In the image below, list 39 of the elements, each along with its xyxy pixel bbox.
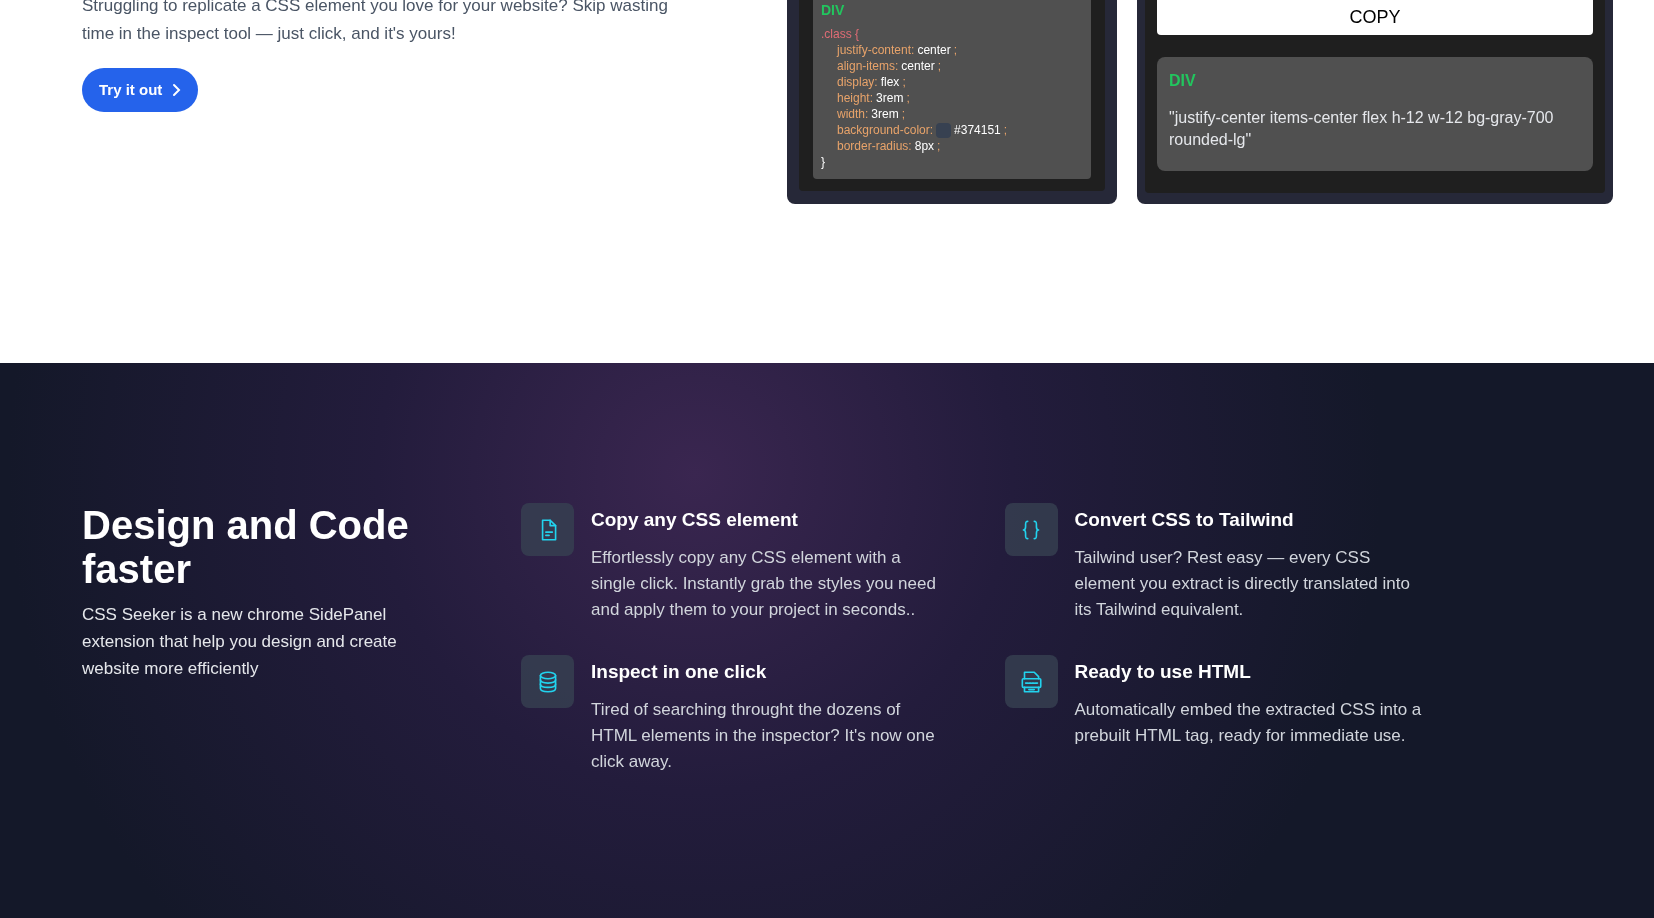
tag-label: DIV	[821, 2, 846, 18]
feature-title: Copy any CSS element	[591, 508, 799, 532]
feature-title: Inspect in one click	[591, 660, 768, 684]
css-property: border-radius:	[837, 138, 912, 154]
css-property: display:	[837, 74, 878, 90]
feature-description: Automatically embed the extracted CSS into a prebuilt HTML tag, ready for immediate use.	[1074, 699, 1423, 747]
feature-description: Tailwind user? Rest easy — every CSS element you extract is directly translated into its Tailwind equivalent.	[1074, 547, 1411, 621]
tailwind-classes: "justify-center items-center flex h-12 w-12 bg-gray-700 rounded-lg"	[1169, 108, 1555, 150]
feature-title: Ready to use HTML	[1074, 660, 1252, 684]
css-property: height:	[837, 90, 874, 106]
semicolon: ;	[953, 42, 958, 58]
css-value: center	[901, 58, 935, 74]
try-it-out-button[interactable]: Try it out	[82, 68, 199, 112]
section-heading: Design and Code faster	[82, 503, 410, 591]
css-property: justify-content:	[837, 42, 915, 58]
css-property: width:	[837, 106, 869, 122]
semicolon: ;	[902, 74, 906, 90]
code-selector: .class {	[821, 26, 860, 42]
semicolon: ;	[901, 106, 906, 122]
semicolon: ;	[906, 90, 910, 106]
semicolon: ;	[937, 138, 941, 154]
closing-brace: }	[821, 154, 826, 170]
css-property: align-items:	[837, 58, 899, 74]
tag-label: DIV	[1169, 71, 1197, 91]
semicolon: ;	[1003, 122, 1008, 138]
css-value: center	[917, 42, 951, 58]
feature-description: Effortlessly copy any CSS element with a single click. Instantly grab the styles you need and apply them to your project in seconds..	[591, 547, 937, 621]
copy-button[interactable]: COPY	[1157, 0, 1593, 35]
feature-description: Tired of searching throught the dozens of HTML elements in the inspector? It's now one click away.	[591, 699, 936, 773]
semicolon: ;	[937, 58, 942, 74]
css-value: #374151	[954, 122, 1001, 138]
css-value: 3rem	[871, 106, 899, 122]
chevron-right-icon	[172, 83, 182, 97]
css-value: 3rem	[876, 90, 904, 106]
css-value: 8px	[914, 138, 935, 154]
css-value: flex	[880, 74, 900, 90]
feature-title: Convert CSS to Tailwind	[1074, 508, 1295, 532]
section-description: CSS Seeker is a new chrome SidePanel extension that help you design and create website more efficiently	[82, 604, 398, 680]
css-property: background-color:	[837, 122, 934, 138]
